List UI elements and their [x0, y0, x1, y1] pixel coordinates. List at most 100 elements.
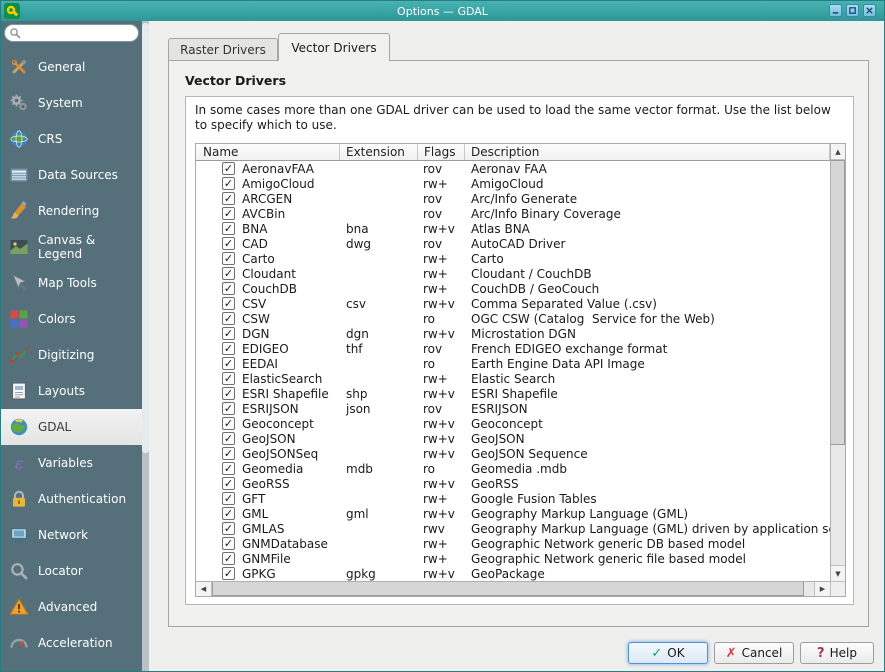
vertical-scrollbar-thumb[interactable]: [831, 160, 845, 445]
tab-raster-drivers[interactable]: Raster Drivers: [168, 38, 278, 60]
close-button[interactable]: [863, 4, 876, 17]
row-checkbox[interactable]: ✓: [222, 297, 235, 310]
column-header-extension[interactable]: Extension: [340, 144, 418, 160]
table-row[interactable]: ✓ AmigoCloud rw+ AmigoCloud: [196, 176, 830, 191]
table-row[interactable]: ✓ ESRIJSON json rov ESRIJSON: [196, 401, 830, 416]
sidebar-item-locator[interactable]: Locator: [1, 553, 142, 589]
table-row[interactable]: ✓ CSW ro OGC CSW (Catalog Service for th…: [196, 311, 830, 326]
table-row[interactable]: ✓ GFT rw+ Google Fusion Tables: [196, 491, 830, 506]
table-row[interactable]: ✓ GPKG gpkg rw+v GeoPackage: [196, 566, 830, 581]
check-icon: ✓: [224, 373, 233, 384]
scroll-up-icon[interactable]: ▲: [831, 144, 845, 160]
column-header-flags[interactable]: Flags: [418, 144, 465, 160]
horizontal-scrollbar[interactable]: ◀ ▶: [196, 581, 830, 596]
sidebar-scrollbar-thumb[interactable]: [142, 23, 149, 453]
row-checkbox[interactable]: ✓: [222, 477, 235, 490]
table-row[interactable]: ✓ AeronavFAA rov Aeronav FAA: [196, 161, 830, 176]
sidebar-item-crs[interactable]: CRS: [1, 121, 142, 157]
row-checkbox[interactable]: ✓: [222, 267, 235, 280]
table-row[interactable]: ✓ DGN dgn rw+v Microstation DGN: [196, 326, 830, 341]
row-checkbox[interactable]: ✓: [222, 357, 235, 370]
row-checkbox[interactable]: ✓: [222, 162, 235, 175]
table-row[interactable]: ✓ CouchDB rw+ CouchDB / GeoCouch: [196, 281, 830, 296]
scroll-left-icon[interactable]: ◀: [196, 582, 212, 596]
row-checkbox[interactable]: ✓: [222, 537, 235, 550]
row-checkbox[interactable]: ✓: [222, 522, 235, 535]
row-checkbox[interactable]: ✓: [222, 492, 235, 505]
column-header-description[interactable]: Description: [465, 144, 830, 160]
sidebar-search-input[interactable]: [4, 24, 139, 42]
row-checkbox[interactable]: ✓: [222, 237, 235, 250]
vertical-scrollbar[interactable]: ▲ ▼: [830, 144, 845, 581]
scroll-right-icon[interactable]: ▶: [814, 582, 830, 596]
row-checkbox[interactable]: ✓: [222, 312, 235, 325]
tab-vector-drivers[interactable]: Vector Drivers: [278, 33, 390, 61]
table-row[interactable]: ✓ GMLAS rwv Geography Markup Language (G…: [196, 521, 830, 536]
sidebar-item-advanced[interactable]: Advanced: [1, 589, 142, 625]
horizontal-scrollbar-thumb[interactable]: [212, 582, 804, 596]
row-checkbox[interactable]: ✓: [222, 177, 235, 190]
row-checkbox[interactable]: ✓: [222, 192, 235, 205]
row-checkbox[interactable]: ✓: [222, 387, 235, 400]
sidebar-item-colors[interactable]: Colors: [1, 301, 142, 337]
table-row[interactable]: ✓ Carto rw+ Carto: [196, 251, 830, 266]
table-row[interactable]: ✓ ESRI Shapefile shp rw+v ESRI Shapefile: [196, 386, 830, 401]
row-checkbox[interactable]: ✓: [222, 507, 235, 520]
table-row[interactable]: ✓ GNMFile rw+ Geographic Network generic…: [196, 551, 830, 566]
window-title: Options — GDAL: [1, 5, 884, 18]
minimize-button[interactable]: [829, 4, 842, 17]
gdal-globe-icon: [8, 416, 30, 438]
table-row[interactable]: ✓ ARCGEN rov Arc/Info Generate: [196, 191, 830, 206]
row-checkbox[interactable]: ✓: [222, 447, 235, 460]
sidebar-item-digitizing[interactable]: Digitizing: [1, 337, 142, 373]
row-checkbox[interactable]: ✓: [222, 252, 235, 265]
maximize-button[interactable]: [846, 4, 859, 17]
table-row[interactable]: ✓ Cloudant rw+ Cloudant / CouchDB: [196, 266, 830, 281]
row-checkbox[interactable]: ✓: [222, 207, 235, 220]
row-checkbox[interactable]: ✓: [222, 552, 235, 565]
table-row[interactable]: ✓ GNMDatabase rw+ Geographic Network gen…: [196, 536, 830, 551]
sidebar-item-map-tools[interactable]: Map Tools: [1, 265, 142, 301]
table-row[interactable]: ✓ ElasticSearch rw+ Elastic Search: [196, 371, 830, 386]
row-checkbox[interactable]: ✓: [222, 222, 235, 235]
table-row[interactable]: ✓ CSV csv rw+v Comma Separated Value (.c…: [196, 296, 830, 311]
table-row[interactable]: ✓ AVCBin rov Arc/Info Binary Coverage: [196, 206, 830, 221]
sidebar-item-canvas-legend[interactable]: Canvas & Legend: [1, 229, 142, 265]
table-row[interactable]: ✓ EEDAI ro Earth Engine Data API Image: [196, 356, 830, 371]
row-checkbox[interactable]: ✓: [222, 432, 235, 445]
scroll-down-icon[interactable]: ▼: [831, 565, 845, 581]
table-row[interactable]: ✓ GeoJSONSeq rw+v GeoJSON Sequence: [196, 446, 830, 461]
table-row[interactable]: ✓ Geoconcept rw+v Geoconcept: [196, 416, 830, 431]
table-row[interactable]: ✓ CAD dwg rov AutoCAD Driver: [196, 236, 830, 251]
sidebar-item-rendering[interactable]: Rendering: [1, 193, 142, 229]
row-checkbox[interactable]: ✓: [222, 462, 235, 475]
row-checkbox[interactable]: ✓: [222, 282, 235, 295]
row-checkbox[interactable]: ✓: [222, 417, 235, 430]
ok-button[interactable]: ✓ OK: [628, 642, 708, 664]
table-row[interactable]: ✓ GML gml rw+v Geography Markup Language…: [196, 506, 830, 521]
table-row[interactable]: ✓ Geomedia mdb ro Geomedia .mdb: [196, 461, 830, 476]
sidebar-item-system[interactable]: System: [1, 85, 142, 121]
sidebar-item-data-sources[interactable]: Data Sources: [1, 157, 142, 193]
driver-name: AVCBin: [242, 207, 285, 221]
row-checkbox[interactable]: ✓: [222, 567, 235, 580]
sidebar-item-gdal[interactable]: GDAL: [1, 409, 142, 445]
row-checkbox[interactable]: ✓: [222, 372, 235, 385]
table-row[interactable]: ✓ GeoRSS rw+v GeoRSS: [196, 476, 830, 491]
sidebar-item-variables[interactable]: ε Variables: [1, 445, 142, 481]
sidebar-item-general[interactable]: General: [1, 49, 142, 85]
row-checkbox[interactable]: ✓: [222, 327, 235, 340]
sidebar-scrollbar[interactable]: [142, 21, 149, 671]
help-button[interactable]: ? Help: [800, 642, 874, 664]
sidebar-item-layouts[interactable]: Layouts: [1, 373, 142, 409]
cancel-button[interactable]: ✗ Cancel: [714, 642, 794, 664]
row-checkbox[interactable]: ✓: [222, 402, 235, 415]
table-row[interactable]: ✓ GeoJSON rw+v GeoJSON: [196, 431, 830, 446]
column-header-name[interactable]: Name: [196, 144, 340, 160]
row-checkbox[interactable]: ✓: [222, 342, 235, 355]
table-row[interactable]: ✓ EDIGEO thf rov French EDIGEO exchange …: [196, 341, 830, 356]
table-row[interactable]: ✓ BNA bna rw+v Atlas BNA: [196, 221, 830, 236]
sidebar-item-authentication[interactable]: Authentication: [1, 481, 142, 517]
sidebar-item-acceleration[interactable]: Acceleration: [1, 625, 142, 661]
sidebar-item-network[interactable]: Network: [1, 517, 142, 553]
